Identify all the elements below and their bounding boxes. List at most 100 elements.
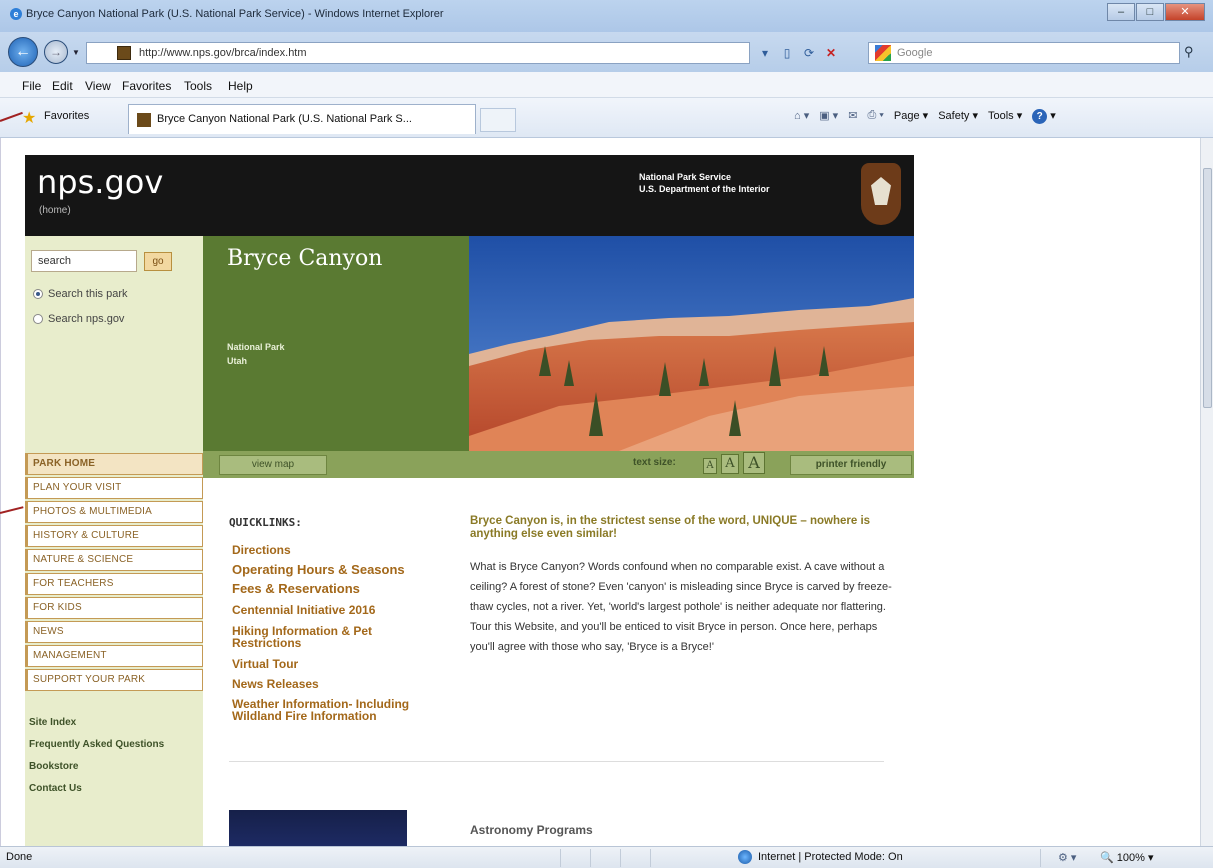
tools-menu[interactable]: Tools ▾ xyxy=(988,109,1022,124)
address-row: ← → ▼ http://www.nps.gov/brca/index.htm … xyxy=(0,32,1213,72)
menu-file[interactable]: File xyxy=(22,79,41,93)
web-page: nps.gov (home) National Park Service U.S… xyxy=(25,155,914,846)
park-title-panel: Bryce Canyon National Park Utah xyxy=(203,236,469,451)
menu-bar: File Edit View Favorites Tools Help xyxy=(0,72,1213,98)
article-body: What is Bryce Canyon? Words confound whe… xyxy=(470,561,892,653)
active-tab[interactable]: Bryce Canyon National Park (U.S. Nationa… xyxy=(128,104,476,134)
back-button[interactable]: ← xyxy=(8,37,38,67)
radio-search-nps-label: Search nps.gov xyxy=(48,313,125,325)
article-headline: Bryce Canyon is, in the strictest sense … xyxy=(470,515,871,540)
text-size-large-button[interactable]: A xyxy=(743,452,765,474)
quicklink-virtual-tour[interactable]: Virtual Tour xyxy=(232,658,452,670)
nav-for-teachers[interactable]: FOR TEACHERS xyxy=(25,573,203,595)
minimize-button[interactable]: – xyxy=(1107,3,1135,21)
security-zone[interactable]: Internet | Protected Mode: On xyxy=(758,851,903,863)
quicklink-weather[interactable]: Weather Information- Including Wildland … xyxy=(232,698,422,722)
search-go-button[interactable]: go xyxy=(144,252,172,271)
text-size-medium-button[interactable]: A xyxy=(721,454,739,474)
text-size-label: text size: xyxy=(633,457,676,468)
nps-arrowhead-logo xyxy=(861,163,901,225)
park-designation: National Park Utah xyxy=(227,340,285,368)
page-menu[interactable]: Page ▾ xyxy=(894,109,928,124)
radio-search-nps[interactable]: Search nps.gov xyxy=(33,313,124,325)
address-url[interactable]: http://www.nps.gov/brca/index.htm xyxy=(139,47,307,59)
printer-friendly-button[interactable]: printer friendly xyxy=(790,455,912,475)
menu-tools[interactable]: Tools xyxy=(184,79,212,93)
status-text: Done xyxy=(6,851,33,863)
site-logo[interactable]: nps.gov xyxy=(37,163,163,201)
search-magnifier-icon[interactable]: ⚲ xyxy=(1184,44,1194,60)
quicklink-centennial[interactable]: Centennial Initiative 2016 xyxy=(232,604,452,616)
park-name: Bryce Canyon xyxy=(227,246,383,271)
safety-menu-label: Safety xyxy=(938,110,970,122)
favorites-bar: ★ Favorites Bryce Canyon National Park (… xyxy=(0,98,1213,138)
quicklink-operating-hours[interactable]: Operating Hours & Seasons xyxy=(232,563,452,576)
address-dropdown-icon[interactable]: ▾ xyxy=(756,44,774,62)
zoom-value: 100% xyxy=(1116,852,1145,864)
refresh-icon[interactable]: ⟳ xyxy=(800,44,818,62)
menu-favorites[interactable]: Favorites xyxy=(122,79,171,93)
bookstore-link[interactable]: Bookstore xyxy=(29,761,179,773)
text-size-small-button[interactable]: A xyxy=(703,458,717,474)
quicklink-hiking[interactable]: Hiking Information & Pet Restrictions xyxy=(232,625,442,649)
stop-icon[interactable]: ✕ xyxy=(822,44,840,62)
status-separator xyxy=(1040,849,1041,867)
window-controls: – □ ✕ xyxy=(1106,3,1205,21)
feeds-icon[interactable]: ▣ ▾ xyxy=(819,109,838,124)
vertical-scrollbar[interactable] xyxy=(1200,138,1213,846)
nav-plan-your-visit[interactable]: PLAN YOUR VISIT xyxy=(25,477,203,499)
contact-us-link[interactable]: Contact Us xyxy=(29,783,179,795)
safety-menu[interactable]: Safety ▾ xyxy=(938,109,978,124)
nav-for-kids[interactable]: FOR KIDS xyxy=(25,597,203,619)
print-icon[interactable]: ⎙ ▾ xyxy=(867,109,883,124)
window-title: Bryce Canyon National Park (U.S. Nationa… xyxy=(26,8,444,20)
astronomy-thumbnail[interactable] xyxy=(229,810,407,846)
history-dropdown-icon[interactable]: ▼ xyxy=(72,48,80,57)
radio-search-park[interactable]: Search this park xyxy=(33,288,127,300)
zoom-level[interactable]: 🔍 100% ▾ xyxy=(1100,851,1153,864)
nav-park-home[interactable]: PARK HOME xyxy=(25,453,203,475)
menu-edit[interactable]: Edit xyxy=(52,79,73,93)
view-map-button[interactable]: view map xyxy=(219,455,327,475)
quicklink-directions[interactable]: Directions xyxy=(232,544,452,556)
protected-mode-icon[interactable]: ⚙ ▾ xyxy=(1058,851,1076,864)
nav-nature-science[interactable]: NATURE & SCIENCE xyxy=(25,549,203,571)
scrollbar-thumb[interactable] xyxy=(1203,168,1212,408)
quicklink-news-releases[interactable]: News Releases xyxy=(232,678,452,690)
favorites-button[interactable]: Favorites xyxy=(44,110,89,122)
address-actions: ▾ ▯ ⟳ ✕ xyxy=(756,44,840,62)
compatibility-view-icon[interactable]: ▯ xyxy=(778,44,796,62)
help-icon: ? xyxy=(1032,109,1048,124)
nav-photos-multimedia[interactable]: PHOTOS & MULTIMEDIA xyxy=(25,501,203,523)
home-link[interactable]: (home) xyxy=(39,205,71,216)
new-tab-button[interactable] xyxy=(480,108,516,132)
nav-support-your-park[interactable]: SUPPORT YOUR PARK xyxy=(25,669,203,691)
nav-management[interactable]: MANAGEMENT xyxy=(25,645,203,667)
maximize-button[interactable]: □ xyxy=(1136,3,1164,21)
site-search-input[interactable]: search xyxy=(31,250,137,272)
close-button[interactable]: ✕ xyxy=(1165,3,1205,21)
divider xyxy=(229,761,884,762)
nav-history-culture[interactable]: HISTORY & CULTURE xyxy=(25,525,203,547)
quicklink-fees[interactable]: Fees & Reservations xyxy=(232,582,452,595)
secondary-links: Site Index Frequently Asked Questions Bo… xyxy=(29,717,179,805)
mail-icon[interactable]: ✉ xyxy=(848,109,857,124)
site-index-link[interactable]: Site Index xyxy=(29,717,179,729)
tools-menu-label: Tools xyxy=(987,110,1014,122)
faq-link[interactable]: Frequently Asked Questions xyxy=(29,739,179,751)
radio-unselected-icon xyxy=(33,314,43,324)
favorites-star-icon[interactable]: ★ xyxy=(22,108,36,128)
menu-view[interactable]: View xyxy=(85,79,111,93)
astronomy-heading[interactable]: Astronomy Programs xyxy=(470,823,593,837)
status-separator xyxy=(590,849,591,867)
forward-button[interactable]: → xyxy=(44,40,68,64)
menu-help[interactable]: Help xyxy=(228,79,253,93)
tab-title: Bryce Canyon National Park (U.S. Nationa… xyxy=(157,113,412,125)
nav-news[interactable]: NEWS xyxy=(25,621,203,643)
search-box[interactable]: Google xyxy=(868,42,1180,64)
home-icon[interactable]: ⌂ ▾ xyxy=(794,109,809,124)
map-toolbar: view map text size: A A A printer friend… xyxy=(203,451,914,478)
agency-line-1: National Park Service xyxy=(639,172,732,182)
address-bar[interactable]: http://www.nps.gov/brca/index.htm xyxy=(86,42,750,64)
help-menu[interactable]: ? ▾ xyxy=(1032,109,1056,124)
